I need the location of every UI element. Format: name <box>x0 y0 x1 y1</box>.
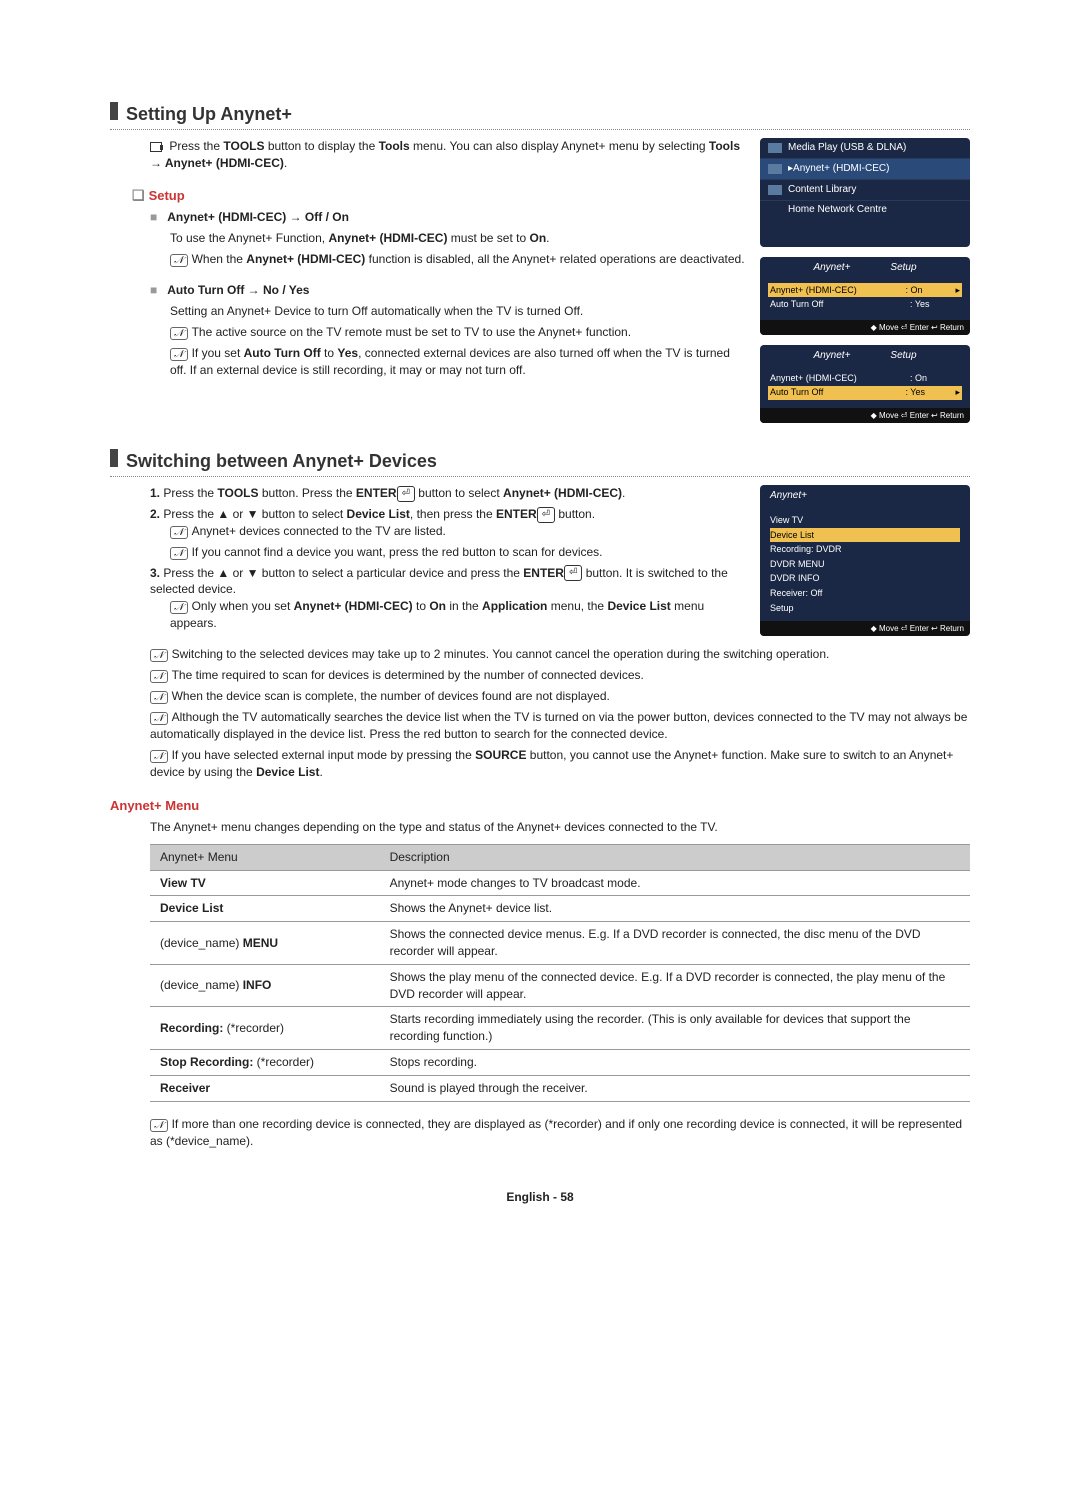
final-note: 𝒩If more than one recording device is co… <box>150 1116 970 1150</box>
note-icon: 𝒩 <box>150 670 168 683</box>
osd-list-item-selected: Device List <box>770 528 960 543</box>
table-row: Recording: (*recorder)Starts recording i… <box>150 1007 970 1050</box>
osd-row-highlighted: Anynet+ (HDMI-CEC): On▸ <box>768 283 962 297</box>
general-note-4: 𝒩Although the TV automatically searches … <box>150 709 970 743</box>
heading-bar <box>110 102 118 120</box>
note-icon: 𝒩 <box>150 691 168 704</box>
general-note-5: 𝒩If you have selected external input mod… <box>150 747 970 781</box>
osd-menu-item-selected: ▸ Anynet+ (HDMI-CEC) <box>760 159 970 180</box>
table-row: (device_name) MENUShows the connected de… <box>150 922 970 965</box>
osd-setup-1: Anynet+Setup Anynet+ (HDMI-CEC): On▸ Aut… <box>760 257 970 335</box>
tools-icon <box>150 142 162 152</box>
osd-footer: ◆ Move ⏎ Enter ↩ Return <box>760 320 970 335</box>
setup-subhead: ❏Setup <box>132 186 746 206</box>
note-icon: 𝒩 <box>170 601 188 614</box>
osd-list-item: Setup <box>770 601 960 616</box>
osd-row: Anynet+ (HDMI-CEC): On <box>768 371 962 386</box>
osd-row-highlighted: Auto Turn Off: Yes▸ <box>768 386 962 400</box>
note-icon: 𝒩 <box>170 547 188 560</box>
auto-note1: 𝒩The active source on the TV remote must… <box>170 324 746 341</box>
anynet-menu-table: Anynet+ MenuDescription View TVAnynet+ m… <box>150 844 970 1102</box>
auto-note2: 𝒩If you set Auto Turn Off to Yes, connec… <box>170 345 746 379</box>
osd-row: Auto Turn Off: Yes <box>768 297 962 312</box>
osd-list-item: DVDR INFO <box>770 571 960 586</box>
general-note-3: 𝒩When the device scan is complete, the n… <box>150 688 970 705</box>
table-row: ReceiverSound is played through the rece… <box>150 1075 970 1101</box>
osd-list-item: Receiver: Off <box>770 586 960 601</box>
step-3: 3. Press the ▲ or ▼ button to select a p… <box>150 565 746 632</box>
enter-icon: ⏎ <box>564 565 582 581</box>
table-row: View TVAnynet+ mode changes to TV broadc… <box>150 870 970 896</box>
auto-off-row: ■Auto Turn Off → No / Yes <box>150 282 746 299</box>
note-icon: 𝒩 <box>170 254 188 267</box>
osd-footer: ◆ Move ⏎ Enter ↩ Return <box>760 408 970 423</box>
anynet-menu-desc: The Anynet+ menu changes depending on th… <box>150 819 970 836</box>
step-2: 2. Press the ▲ or ▼ button to select Dev… <box>150 506 746 561</box>
note-icon: 𝒩 <box>170 327 188 340</box>
enter-icon: ⏎ <box>537 507 555 523</box>
table-header: Anynet+ Menu <box>150 844 380 870</box>
osd-list-item: View TV <box>770 513 960 528</box>
note-icon: 𝒩 <box>150 750 168 763</box>
table-row: Device ListShows the Anynet+ device list… <box>150 896 970 922</box>
osd-menu-item: Home Network Centre <box>760 201 970 247</box>
auto-off-desc: Setting an Anynet+ Device to turn Off au… <box>170 303 746 320</box>
step-1: 1. Press the TOOLS button. Press the ENT… <box>150 485 746 502</box>
enter-icon: ⏎ <box>397 486 415 502</box>
tools-intro: Press the TOOLS button to display the To… <box>150 138 746 172</box>
hdmi-onoff-row: ■Anynet+ (HDMI-CEC) → Off / On <box>150 209 746 226</box>
note-icon: 𝒩 <box>150 1119 168 1132</box>
osd-app-menu: Media Play (USB & DLNA) ▸ Anynet+ (HDMI-… <box>760 138 970 247</box>
general-note-1: 𝒩Switching to the selected devices may t… <box>150 646 970 663</box>
osd-menu-item: Content Library <box>760 180 970 201</box>
table-row: (device_name) INFOShows the play menu of… <box>150 964 970 1007</box>
hdmi-use: To use the Anynet+ Function, Anynet+ (HD… <box>170 230 746 247</box>
osd-device-list: Anynet+ View TV Device List Recording: D… <box>760 485 970 636</box>
heading-text: Setting Up Anynet+ <box>126 102 292 127</box>
heading-bar <box>110 449 118 467</box>
note-icon: 𝒩 <box>150 649 168 662</box>
general-note-2: 𝒩The time required to scan for devices i… <box>150 667 970 684</box>
table-row: Stop Recording: (*recorder)Stops recordi… <box>150 1050 970 1076</box>
hdmi-note: 𝒩When the Anynet+ (HDMI-CEC) function is… <box>170 251 746 268</box>
heading-setting-up: Setting Up Anynet+ <box>110 100 970 130</box>
note-icon: 𝒩 <box>150 712 168 725</box>
table-header: Description <box>380 844 970 870</box>
page-footer: English - 58 <box>110 1189 970 1206</box>
osd-list-item: Recording: DVDR <box>770 542 960 557</box>
osd-list-item: DVDR MENU <box>770 557 960 572</box>
osd-menu-item: Media Play (USB & DLNA) <box>760 138 970 159</box>
osd-setup-2: Anynet+Setup Anynet+ (HDMI-CEC): On Auto… <box>760 345 970 423</box>
heading-switching: Switching between Anynet+ Devices <box>110 447 970 477</box>
note-icon: 𝒩 <box>170 348 188 361</box>
heading-text: Switching between Anynet+ Devices <box>126 449 437 474</box>
anynet-menu-subhead: Anynet+ Menu <box>110 797 970 815</box>
osd-footer: ◆ Move ⏎ Enter ↩ Return <box>760 621 970 636</box>
note-icon: 𝒩 <box>170 526 188 539</box>
